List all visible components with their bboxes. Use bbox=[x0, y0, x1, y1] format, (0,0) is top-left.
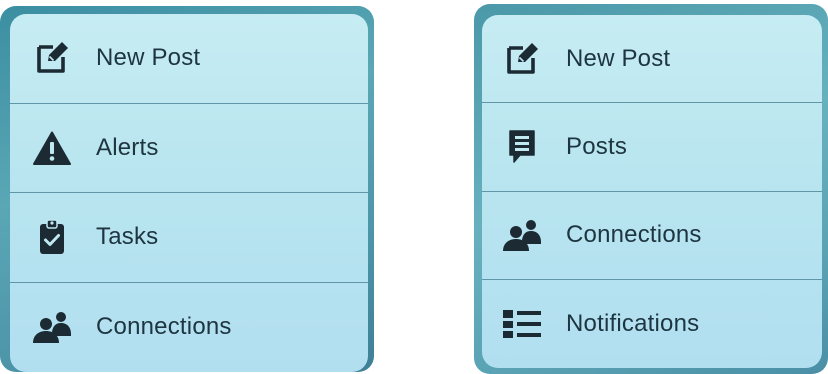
message-list-icon bbox=[502, 127, 542, 167]
menu-item-new-post[interactable]: New Post bbox=[10, 14, 368, 104]
edit-icon bbox=[502, 39, 542, 79]
menu-item-notifications[interactable]: Notifications bbox=[482, 280, 822, 368]
people-icon bbox=[502, 215, 542, 255]
right-quick-actions-panel: New Post Posts Connections Notifications bbox=[474, 4, 828, 374]
menu-item-connections[interactable]: Connections bbox=[10, 283, 368, 373]
clipboard-check-icon bbox=[32, 217, 72, 257]
menu-item-label: New Post bbox=[566, 44, 671, 72]
menu-item-label: New Post bbox=[96, 44, 201, 72]
menu-item-label: Tasks bbox=[96, 223, 159, 251]
right-quick-actions-menu: New Post Posts Connections Notifications bbox=[482, 15, 822, 368]
menu-item-label: Notifications bbox=[566, 309, 700, 337]
left-quick-actions-panel: New Post Alerts Tasks Connections bbox=[0, 6, 374, 372]
menu-item-label: Posts bbox=[566, 132, 628, 160]
menu-item-connections[interactable]: Connections bbox=[482, 192, 822, 280]
menu-item-new-post[interactable]: New Post bbox=[482, 15, 822, 104]
menu-item-posts[interactable]: Posts bbox=[482, 103, 822, 192]
warning-icon bbox=[32, 128, 72, 168]
menu-item-label: Connections bbox=[566, 221, 702, 249]
menu-item-label: Connections bbox=[96, 313, 232, 341]
left-quick-actions-menu: New Post Alerts Tasks Connections bbox=[10, 14, 368, 372]
menu-item-alerts[interactable]: Alerts bbox=[10, 104, 368, 193]
menu-item-label: Alerts bbox=[96, 133, 159, 161]
menu-item-tasks[interactable]: Tasks bbox=[10, 193, 368, 283]
screen: New Post Alerts Tasks Connections New Po… bbox=[0, 0, 828, 374]
list-icon bbox=[502, 304, 542, 344]
people-icon bbox=[32, 307, 72, 347]
edit-icon bbox=[32, 38, 72, 78]
